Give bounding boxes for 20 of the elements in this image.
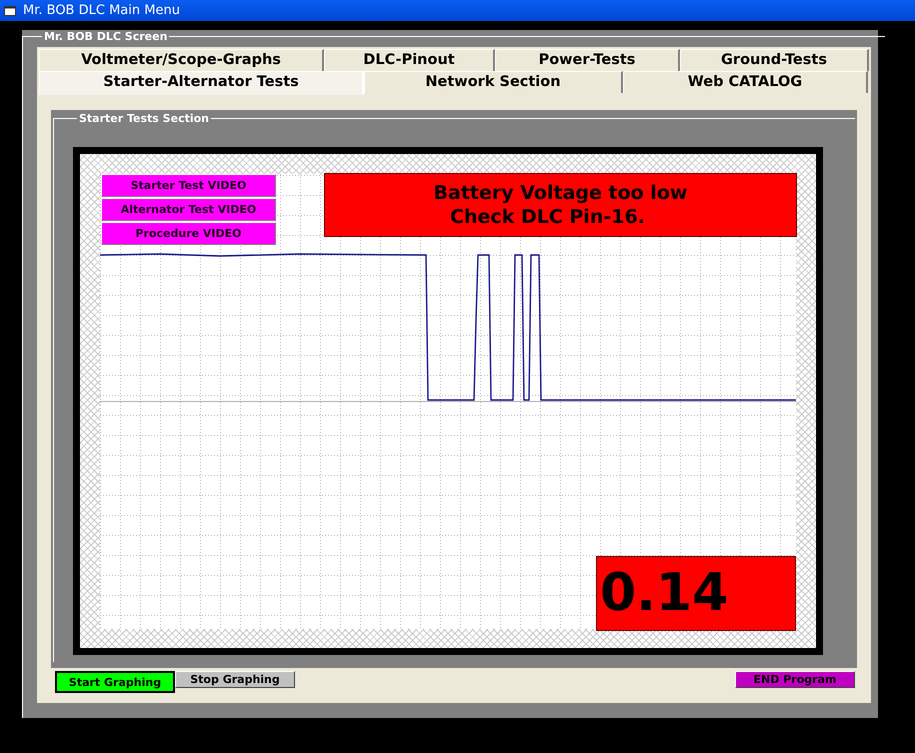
window-icon [4, 5, 16, 16]
tab[interactable]: Voltmeter/Scope-Graphs [39, 49, 324, 71]
tab[interactable]: Network Section [364, 71, 623, 93]
tab[interactable]: Ground-Tests [680, 49, 869, 71]
video-button[interactable]: Procedure VIDEO [101, 222, 276, 245]
tab[interactable]: DLC-Pinout [324, 49, 495, 71]
tab[interactable]: Starter-Alternator Tests [39, 71, 364, 95]
control-button[interactable]: Start Graphing [55, 671, 175, 693]
alert-text: Battery Voltage too low [434, 181, 688, 205]
video-button[interactable]: Alternator Test VIDEO [101, 198, 276, 221]
control-button[interactable]: Stop Graphing [175, 671, 295, 688]
tab[interactable]: Web CATALOG [623, 71, 868, 93]
voltage-readout: 0.14 [596, 556, 796, 631]
control-button[interactable]: END Program [735, 671, 855, 688]
section-title: Starter Tests Section [78, 112, 210, 125]
window-title: Mr. BOB DLC Main Menu [23, 3, 180, 18]
video-button[interactable]: Starter Test VIDEO [101, 174, 276, 197]
frame-title: Mr. BOB DLC Screen [43, 30, 168, 43]
alert-text: Check DLC Pin-16. [450, 205, 646, 229]
tab[interactable]: Power-Tests [495, 49, 680, 71]
